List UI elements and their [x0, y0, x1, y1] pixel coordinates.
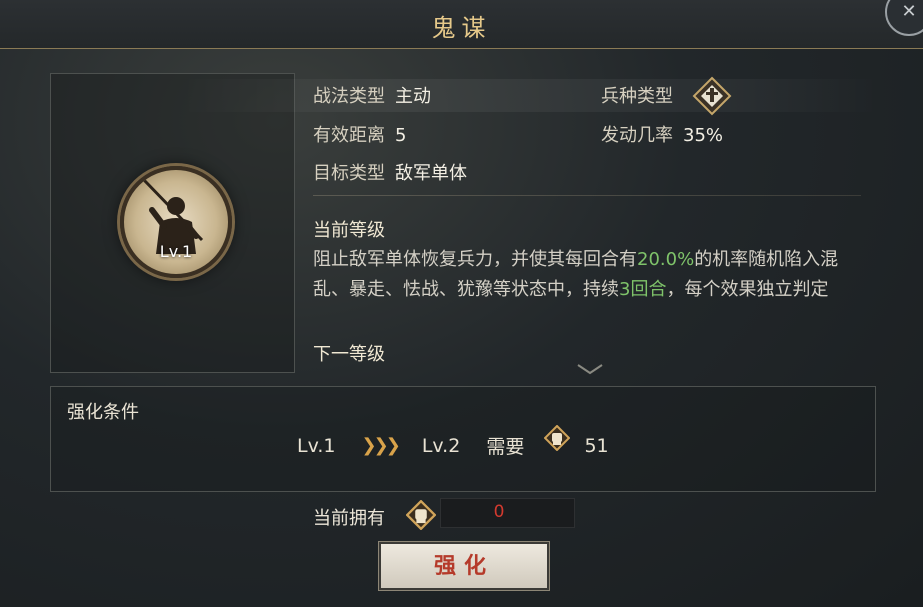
current-level-description: 阻止敌军单体恢复兵力，并使其每回合有20.0%的机率随机陷入混乱、暴走、怯战、犹…	[313, 245, 873, 305]
upgrade-button[interactable]: 强化	[378, 541, 550, 591]
fist-token-icon	[544, 424, 571, 452]
range-label: 有效距离	[313, 125, 385, 146]
skill-type-value: 主动	[395, 86, 431, 107]
range-row: 有效距离 5	[313, 121, 406, 147]
target-label: 目标类型	[313, 163, 385, 184]
trigger-label: 发动几率	[601, 125, 673, 146]
trigger-value: 35%	[683, 125, 724, 146]
desc-text-1: 阻止敌军单体恢复兵力，并使其每回合有	[313, 249, 637, 270]
triple-chevron-icon: ❯❯❯	[361, 435, 401, 456]
skill-level-badge: Lv.1	[159, 242, 193, 261]
current-level-heading: 当前等级	[313, 220, 385, 241]
to-level: Lv.2	[421, 434, 461, 457]
owned-label: 当前拥有	[313, 508, 385, 529]
owned-value-box: 0	[440, 498, 575, 528]
skill-type-row: 战法类型 主动	[313, 82, 431, 108]
skill-avatar: Lv.1	[120, 166, 232, 278]
header-row-band	[180, 79, 880, 112]
troop-type-label: 兵种类型	[601, 86, 673, 107]
owned-value: 0	[493, 502, 505, 522]
next-level-heading: 下一等级	[313, 344, 385, 365]
target-value: 敌军单体	[395, 163, 467, 184]
chevron-down-icon[interactable]	[576, 363, 604, 375]
target-row: 目标类型 敌军单体	[313, 159, 467, 185]
fist-token-icon	[406, 500, 436, 530]
desc-chance-value: 20.0%	[637, 249, 695, 270]
need-amount: 51	[584, 434, 609, 457]
skill-type-label: 战法类型	[313, 86, 385, 107]
upgrade-condition-title: 强化条件	[67, 402, 139, 423]
desc-text-3: ，每个效果独立判定	[666, 279, 829, 300]
diamond-troop-icon[interactable]	[692, 76, 732, 116]
window-title: 鬼谋	[431, 14, 492, 42]
troop-type-row: 兵种类型	[601, 82, 673, 108]
range-value: 5	[395, 125, 407, 146]
from-level: Lv.1	[297, 434, 336, 457]
need-label: 需要	[486, 436, 525, 458]
section-divider	[313, 195, 861, 196]
trigger-row: 发动几率 35%	[601, 121, 723, 147]
desc-duration-value: 3回合	[619, 279, 667, 300]
upgrade-requirement-line: Lv.1 ❯❯❯ Lv.2 需要 51	[297, 424, 609, 459]
